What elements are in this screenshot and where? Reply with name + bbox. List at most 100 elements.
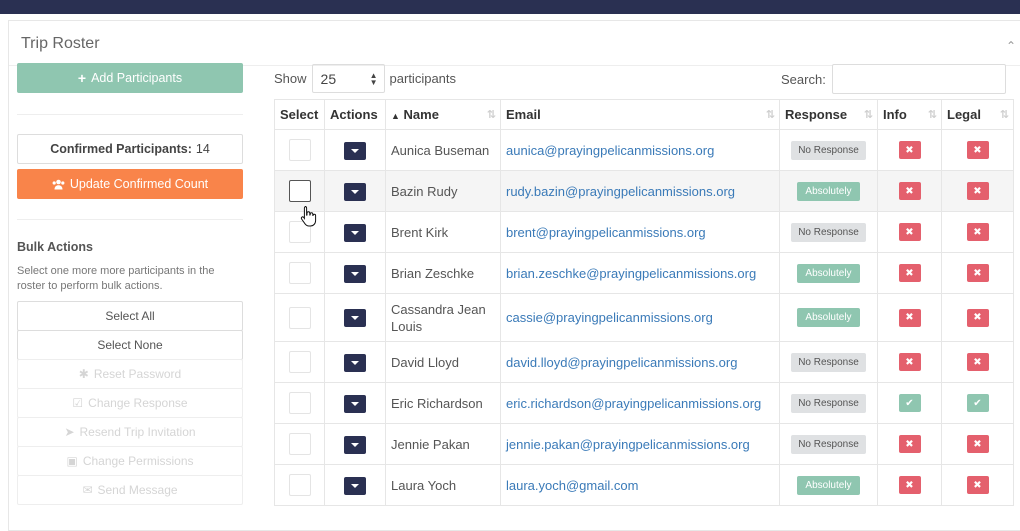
header-legal[interactable]: Legal ⇅ xyxy=(941,99,1014,130)
actions-cell xyxy=(324,423,386,465)
row-checkbox[interactable] xyxy=(288,392,311,414)
row-actions-dropdown[interactable] xyxy=(344,182,366,201)
response-cell: Absolutely xyxy=(779,252,878,294)
legal-cell: ✖ xyxy=(941,211,1014,253)
email-cell: jennie.pakan@prayingpelicanmissions.org xyxy=(500,423,780,465)
participant-email[interactable]: eric.richardson@prayingpelicanmissions.o… xyxy=(506,396,761,411)
chevron-up-icon[interactable]: ⌃ xyxy=(1006,39,1016,53)
response-cell: Absolutely xyxy=(779,464,878,506)
roster-sidebar: + Add Participants Confirmed Participant… xyxy=(17,63,244,505)
reset-password-button[interactable]: ✱ Reset Password xyxy=(17,359,243,389)
legal-cell: ✔ xyxy=(941,382,1014,424)
resend-invitation-button[interactable]: ➤ Resend Trip Invitation xyxy=(17,417,243,447)
email-cell: brian.zeschke@prayingpelicanmissions.org xyxy=(500,252,780,294)
caret-down-icon xyxy=(351,189,359,194)
info-cell: ✖ xyxy=(877,293,942,342)
table-row: Bazin Rudy rudy.bazin@prayingpelicanmiss… xyxy=(274,170,1014,212)
table-header-row: Select Actions ▲ Name ⇅ Email ⇅ Response… xyxy=(274,99,1014,130)
row-checkbox[interactable] xyxy=(288,139,311,161)
legal-cell: ✖ xyxy=(941,423,1014,465)
times-icon: ✖ xyxy=(966,182,989,201)
select-cell xyxy=(274,423,325,465)
header-response[interactable]: Response ⇅ xyxy=(779,99,878,130)
show-label: Show xyxy=(274,71,307,86)
select-cell xyxy=(274,293,325,342)
header-info[interactable]: Info ⇅ xyxy=(877,99,942,130)
response-cell: No Response xyxy=(779,341,878,383)
header-email[interactable]: Email ⇅ xyxy=(500,99,780,130)
add-participants-button[interactable]: + Add Participants xyxy=(17,63,243,93)
update-confirmed-count-button[interactable]: Update Confirmed Count xyxy=(17,169,243,199)
send-message-button[interactable]: ✉ Send Message xyxy=(17,475,243,505)
caret-down-icon xyxy=(351,401,359,406)
panel-header: Trip Roster ⌃ xyxy=(9,21,1020,66)
row-checkbox[interactable] xyxy=(288,306,311,329)
select-all-button[interactable]: Select All xyxy=(17,301,243,331)
caret-down-icon xyxy=(351,360,359,365)
row-actions-dropdown[interactable] xyxy=(344,264,366,283)
times-icon: ✖ xyxy=(898,141,921,160)
resend-invitation-label: Resend Trip Invitation xyxy=(79,425,196,439)
participant-email[interactable]: laura.yoch@gmail.com xyxy=(506,478,638,493)
bulk-actions-description: Select one more more participants in the… xyxy=(17,265,215,292)
caret-down-icon xyxy=(351,148,359,153)
row-actions-dropdown[interactable] xyxy=(344,435,366,454)
legal-cell: ✖ xyxy=(941,341,1014,383)
participant-email[interactable]: jennie.pakan@prayingpelicanmissions.org xyxy=(506,437,750,452)
change-permissions-button[interactable]: ▣ Change Permissions xyxy=(17,446,243,476)
change-response-button[interactable]: ☑ Change Response xyxy=(17,388,243,418)
header-select: Select xyxy=(274,99,325,130)
plus-icon: + xyxy=(77,70,87,86)
row-actions-dropdown[interactable] xyxy=(344,476,366,495)
page-size-select[interactable]: 25 ▲ ▼ xyxy=(311,64,385,93)
actions-cell xyxy=(324,252,386,294)
hand-pointer-cursor-icon xyxy=(300,206,317,227)
legal-cell: ✖ xyxy=(941,129,1014,171)
row-checkbox[interactable] xyxy=(288,351,311,373)
row-checkbox[interactable] xyxy=(288,262,311,284)
caret-down-icon xyxy=(351,316,359,320)
email-cell: brent@prayingpelicanmissions.org xyxy=(500,211,780,253)
times-icon: ✖ xyxy=(966,308,989,327)
envelope-icon: ✉ xyxy=(82,483,93,497)
caret-down-icon xyxy=(351,483,359,488)
sort-icon: ⇅ xyxy=(486,109,496,121)
row-actions-dropdown[interactable] xyxy=(344,223,366,242)
participant-email[interactable]: david.lloyd@prayingpelicanmissions.org xyxy=(506,355,737,370)
legal-cell: ✖ xyxy=(941,252,1014,294)
info-cell: ✖ xyxy=(877,341,942,383)
row-actions-dropdown[interactable] xyxy=(344,309,366,327)
participant-name: Brent Kirk xyxy=(385,211,501,253)
participant-name: Bazin Rudy xyxy=(385,170,501,212)
actions-cell xyxy=(324,464,386,506)
info-cell: ✖ xyxy=(877,464,942,506)
row-actions-dropdown[interactable] xyxy=(344,141,366,160)
row-actions-dropdown[interactable] xyxy=(344,394,366,413)
info-cell: ✖ xyxy=(877,252,942,294)
search-input[interactable] xyxy=(831,64,1006,94)
row-checkbox[interactable] xyxy=(288,433,311,455)
top-nav-bar xyxy=(0,0,1020,14)
participant-email[interactable]: aunica@prayingpelicanmissions.org xyxy=(506,143,714,158)
participant-email[interactable]: brent@prayingpelicanmissions.org xyxy=(506,225,706,240)
participant-email[interactable]: brian.zeschke@prayingpelicanmissions.org xyxy=(506,266,756,281)
panel-title: Trip Roster xyxy=(21,35,100,52)
row-checkbox[interactable] xyxy=(288,474,311,496)
response-badge: Absolutely xyxy=(797,475,860,495)
header-name[interactable]: ▲ Name ⇅ xyxy=(385,99,501,130)
info-cell: ✖ xyxy=(877,129,942,171)
response-cell: No Response xyxy=(779,382,878,424)
table-row: Jennie Pakan jennie.pakan@prayingpelican… xyxy=(274,423,1014,465)
row-checkbox[interactable] xyxy=(288,180,311,202)
confirmed-label: Confirmed Participants: xyxy=(50,142,192,156)
email-cell: eric.richardson@prayingpelicanmissions.o… xyxy=(500,382,780,424)
participant-email[interactable]: rudy.bazin@prayingpelicanmissions.org xyxy=(506,184,735,199)
row-actions-dropdown[interactable] xyxy=(344,353,366,372)
select-none-button[interactable]: Select None xyxy=(17,330,243,360)
times-icon: ✖ xyxy=(898,308,921,327)
times-icon: ✖ xyxy=(898,264,921,283)
participant-email[interactable]: cassie@prayingpelicanmissions.org xyxy=(506,310,713,325)
email-cell: aunica@prayingpelicanmissions.org xyxy=(500,129,780,171)
roster-table: Select Actions ▲ Name ⇅ Email ⇅ Response… xyxy=(274,99,1014,506)
info-cell: ✖ xyxy=(877,170,942,212)
